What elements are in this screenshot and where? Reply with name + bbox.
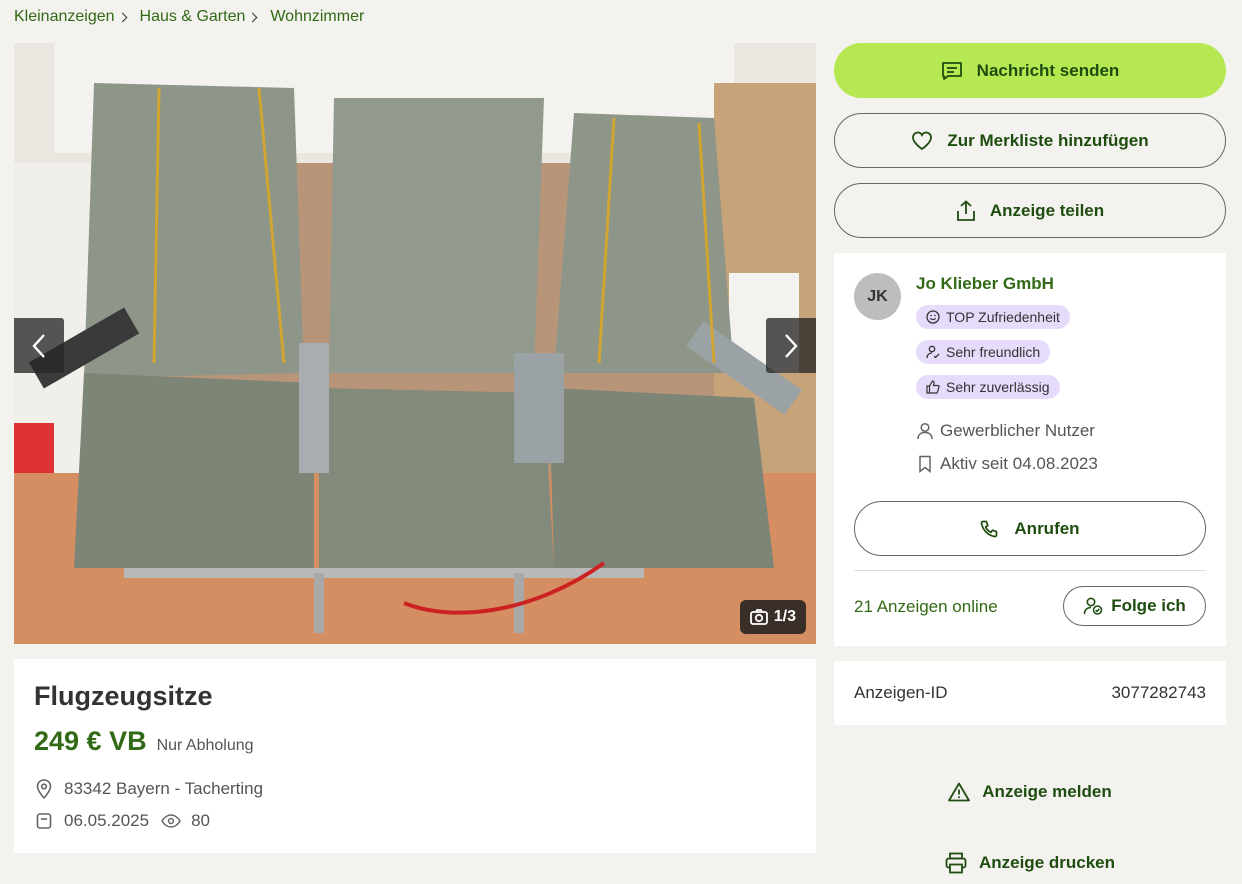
image-counter[interactable]: 1/3 <box>739 600 806 634</box>
ad-id-card: Anzeigen-ID 3077282743 <box>834 661 1226 725</box>
image-gallery[interactable]: 1/3 <box>14 43 816 644</box>
chevron-right-icon <box>785 333 798 358</box>
call-button[interactable]: Anrufen <box>854 501 1206 556</box>
location-row: 83342 Bayern - Tacherting <box>34 779 796 799</box>
seller-type-label: Gewerblicher Nutzer <box>940 421 1095 440</box>
seller-card: JK Jo Klieber GmbH TOP Zufriedenheit Seh… <box>834 253 1226 646</box>
listing-price: 249 € VB <box>34 726 147 756</box>
seller-name[interactable]: Jo Klieber GmbH <box>916 274 1054 294</box>
smiley-icon <box>926 310 940 324</box>
chevron-left-icon <box>32 333 45 358</box>
listing-title: Flugzeugsitze <box>34 681 213 711</box>
friendly-user-icon <box>926 345 940 359</box>
breadcrumb-label: Haus & Garten <box>139 8 246 25</box>
shipping-info: Nur Abholung <box>156 737 254 754</box>
send-message-label: Nachricht senden <box>976 60 1120 80</box>
calendar-icon <box>34 811 54 831</box>
location-pin-icon <box>34 779 54 799</box>
breadcrumb-item-wohnzimmer[interactable]: Wohnzimmer <box>270 8 364 26</box>
warning-icon <box>948 782 971 802</box>
listing-photo[interactable] <box>14 43 816 644</box>
seller-type: Gewerblicher Nutzer <box>916 421 1095 441</box>
heart-icon <box>912 131 933 150</box>
breadcrumb-label: Wohnzimmer <box>270 8 365 25</box>
phone-icon <box>981 520 998 537</box>
badge-label: Sehr zuverlässig <box>946 379 1050 395</box>
share-icon <box>956 199 975 221</box>
user-icon <box>917 422 933 440</box>
printer-icon <box>945 852 967 874</box>
price-row: 249 € VB Nur Abholung <box>34 726 796 757</box>
camera-icon <box>749 609 768 625</box>
thumbs-up-icon <box>926 380 940 394</box>
chat-icon <box>941 61 962 80</box>
divider <box>854 570 1206 571</box>
image-counter-text: 1/3 <box>773 608 796 625</box>
call-label: Anrufen <box>1014 518 1080 538</box>
eye-icon <box>161 811 181 831</box>
gallery-next-button[interactable] <box>766 318 816 373</box>
avatar[interactable]: JK <box>854 273 901 320</box>
listing-details: Flugzeugsitze 249 € VB Nur Abholung 8334… <box>14 659 816 853</box>
share-listing-button[interactable]: Anzeige teilen <box>834 183 1226 238</box>
report-listing-button[interactable]: Anzeige melden <box>834 782 1226 802</box>
listing-date: 06.05.2025 <box>64 811 150 830</box>
date-views-row: 06.05.2025 80 <box>34 811 796 831</box>
badge-top-satisfaction: TOP Zufriedenheit <box>916 305 1070 329</box>
view-count: 80 <box>191 811 211 830</box>
listing-location[interactable]: 83342 Bayern - Tacherting <box>64 779 263 799</box>
gallery-prev-button[interactable] <box>14 318 64 373</box>
share-label: Anzeige teilen <box>989 200 1105 220</box>
badge-label: TOP Zufriedenheit <box>946 309 1060 325</box>
badge-reliable: Sehr zuverlässig <box>916 375 1060 399</box>
breadcrumb: Kleinanzeigen Haus & Garten Wohnzimmer <box>14 8 364 26</box>
print-listing-button[interactable]: Anzeige drucken <box>834 852 1226 874</box>
follow-button[interactable]: Folge ich <box>1063 586 1206 626</box>
seller-ads-link[interactable]: 21 Anzeigen online <box>854 597 998 617</box>
ad-id-label: Anzeigen-ID <box>854 683 948 702</box>
chevron-right-icon <box>117 12 127 22</box>
watchlist-label: Zur Merkliste hinzufügen <box>947 130 1149 150</box>
breadcrumb-item-kleinanzeigen[interactable]: Kleinanzeigen <box>14 8 140 26</box>
follow-label: Folge ich <box>1111 596 1186 615</box>
report-label: Anzeige melden <box>982 782 1112 801</box>
user-check-icon <box>1083 597 1103 615</box>
ad-id-value: 3077282743 <box>1111 683 1206 702</box>
active-since-label: Aktiv seit 04.08.2023 <box>940 454 1098 473</box>
badge-label: Sehr freundlich <box>946 344 1041 360</box>
add-to-watchlist-button[interactable]: Zur Merkliste hinzufügen <box>834 113 1226 168</box>
print-label: Anzeige drucken <box>978 853 1116 872</box>
breadcrumb-item-haus-garten[interactable]: Haus & Garten <box>140 8 271 26</box>
bookmark-icon <box>919 455 931 473</box>
breadcrumb-label: Kleinanzeigen <box>14 8 115 25</box>
chevron-right-icon <box>247 12 258 22</box>
send-message-button[interactable]: Nachricht senden <box>834 43 1226 98</box>
seller-active-since: Aktiv seit 04.08.2023 <box>916 454 1098 474</box>
badge-friendly: Sehr freundlich <box>916 340 1051 364</box>
